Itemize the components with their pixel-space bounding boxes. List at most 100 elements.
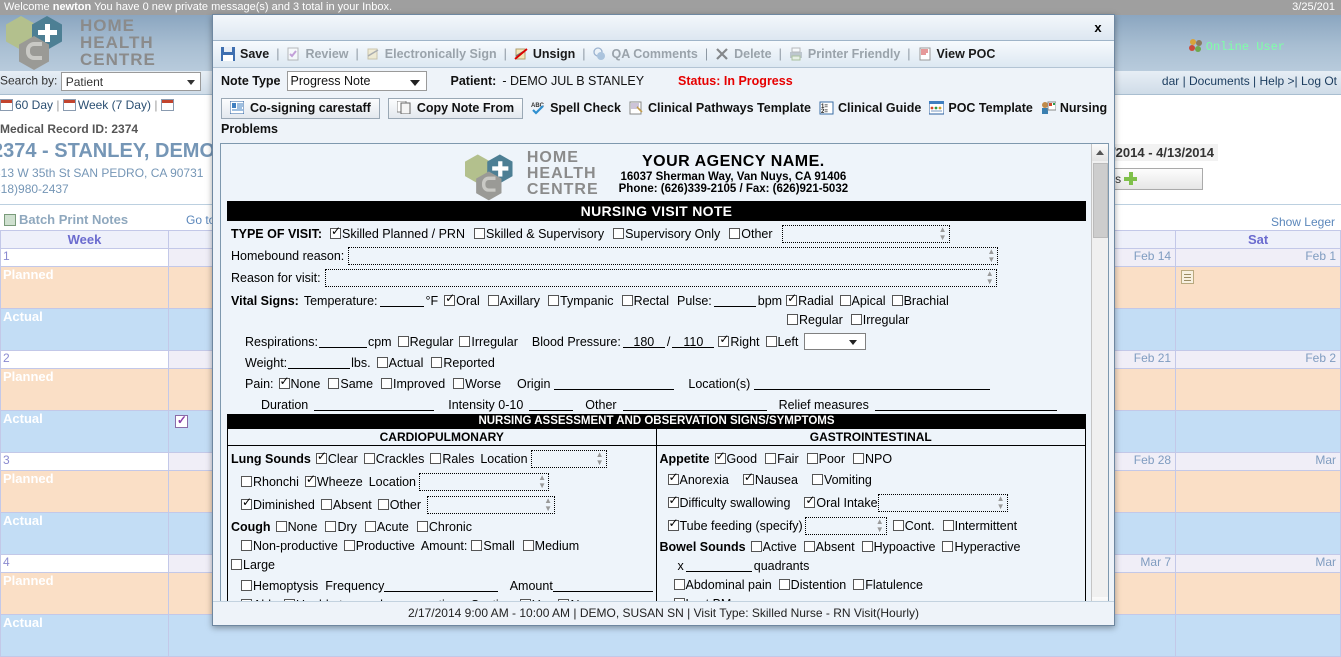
checkbox-option[interactable]: Actual (376, 356, 423, 370)
checkbox-option[interactable]: Oral (444, 292, 480, 308)
view-week[interactable]: Week (7 Day) (78, 98, 151, 112)
toolbar-unsign-button[interactable]: Unsign (514, 47, 575, 62)
actual-cell-right[interactable] (1175, 512, 1341, 555)
checkbox-option[interactable]: Cont. (892, 519, 935, 533)
checkbox-option[interactable]: Rhonchi (241, 475, 299, 489)
checkbox-option[interactable]: Vomiting (811, 473, 872, 487)
close-icon[interactable]: x (1088, 17, 1108, 37)
checkbox-option[interactable]: Dry (325, 520, 357, 534)
scrollbar-thumb[interactable] (1093, 163, 1108, 238)
note-icon[interactable] (1181, 270, 1195, 284)
relief-measures-input[interactable] (874, 398, 1057, 411)
checkbox-option[interactable]: Distention (778, 578, 846, 592)
reason-for-visit-input[interactable]: ▲ ▼ (324, 268, 997, 287)
bp-diastolic-input[interactable]: 110 (672, 335, 715, 349)
weight-input[interactable] (288, 356, 351, 369)
checkbox-option[interactable]: Large (231, 558, 275, 572)
action-clinical-pathways-template-link[interactable]: Clinical Pathways Template (629, 101, 811, 116)
checkbox-option[interactable]: Absent (320, 498, 372, 512)
checkbox-option[interactable]: Left (765, 335, 798, 349)
checkbox-option[interactable]: Diminished (241, 496, 315, 512)
checkbox-option[interactable]: Rectal (621, 294, 669, 308)
tube-feeding-input[interactable]: ▲ ▼ (804, 516, 887, 535)
checkbox-option[interactable]: Fair (765, 452, 799, 466)
username[interactable]: newton (53, 1, 92, 13)
checkbox-option[interactable]: Clear (315, 450, 358, 466)
checkbox-option[interactable]: Skilled & Supervisory (473, 227, 604, 241)
checkbox-option[interactable]: Irregular (459, 335, 518, 349)
planned-cell-right[interactable] (1175, 368, 1341, 411)
action-poc-template-link[interactable]: POC Template (928, 100, 1033, 116)
frequency-input[interactable] (384, 579, 498, 592)
navbar-right-links[interactable]: dar | Documents | Help >| Log Ot (1162, 74, 1337, 88)
checkbox-option[interactable]: Flatulence (853, 578, 923, 592)
toolbar-view-poc-button[interactable]: View POC (918, 47, 995, 62)
checkbox-option[interactable]: Medium (522, 539, 579, 553)
checkbox-option[interactable]: Intermittent (942, 519, 1017, 533)
checkbox-option[interactable]: None (275, 520, 317, 534)
visit-check-icon[interactable] (174, 413, 188, 428)
checkbox-option[interactable]: Absent (803, 540, 855, 554)
planned-cell-right[interactable] (1175, 470, 1341, 513)
checkbox-option[interactable]: Hyperactive (942, 540, 1020, 554)
lung-location-1-input[interactable]: ▲ ▼ (530, 449, 607, 468)
respirations-input[interactable] (318, 335, 367, 348)
planned-cell-right[interactable] (1175, 572, 1341, 615)
pain-other-input[interactable] (622, 398, 767, 411)
pain-origin-input[interactable] (554, 377, 675, 390)
checkbox-option[interactable]: Other (377, 498, 421, 512)
view-60day[interactable]: 60 Day (15, 98, 53, 112)
batch-print-notes-link[interactable]: Batch Print Notes (4, 212, 128, 227)
hemoptysis-checkbox[interactable]: Hemoptysis (241, 579, 318, 593)
checkbox-option[interactable]: Good (714, 450, 757, 466)
pain-location-input[interactable] (754, 377, 991, 390)
hemoptysis-amount-input[interactable] (552, 579, 653, 592)
checkbox-option[interactable]: None (278, 375, 320, 391)
tube-feeding-checkbox[interactable]: Tube feeding (specify) (667, 517, 803, 533)
checkbox-option[interactable]: Apical (839, 294, 886, 308)
checkbox-option[interactable]: Wheeze (304, 473, 363, 489)
checkbox-option[interactable]: Reported (431, 356, 495, 370)
note-type-select[interactable]: Progress Note (286, 71, 427, 91)
lung-location-3-input[interactable]: ▲ ▼ (427, 495, 556, 514)
checkbox-option[interactable]: Abdominal pain (673, 578, 772, 592)
checkbox-option[interactable]: Anorexia (667, 471, 729, 487)
checkbox-option[interactable]: Skilled Planned / PRN (330, 225, 465, 241)
checkbox-option[interactable]: Brachial (891, 294, 949, 308)
oral-intake-input[interactable]: ▲ ▼ (877, 493, 1008, 512)
difficulty-swallowing-checkbox[interactable]: Difficulty swallowing (667, 494, 790, 510)
homebound-reason-input[interactable]: ▲ ▼ (348, 246, 999, 265)
pulse-input[interactable] (713, 294, 756, 307)
pain-intensity-input[interactable] (529, 398, 574, 411)
action-spell-check-link[interactable]: ABC Spell Check (531, 101, 621, 116)
checkbox-option[interactable]: Supervisory Only (613, 227, 720, 241)
quadrants-input[interactable] (685, 559, 752, 572)
checkbox-option[interactable]: Small (471, 539, 515, 553)
online-users-link[interactable]: Online User (1188, 38, 1285, 56)
temperature-input[interactable] (379, 294, 424, 307)
actual-cell-right[interactable] (1175, 410, 1341, 453)
checkbox-option[interactable]: Crackles (363, 452, 424, 466)
checkbox-option[interactable]: Same (328, 377, 373, 391)
checkbox-option[interactable]: Irregular (850, 313, 909, 327)
bp-systolic-input[interactable]: 180 (622, 335, 665, 349)
checkbox-option[interactable]: Hypoactive (861, 540, 935, 554)
search-by-select[interactable]: Patient (60, 72, 201, 91)
checkbox-option[interactable]: Nausea (742, 471, 798, 487)
checkbox-option[interactable]: Regular (787, 313, 843, 327)
oral-intake-checkbox[interactable]: Oral Intake (804, 494, 878, 510)
action-co-signing-carestaff-button[interactable]: Co-signing carestaff (221, 97, 380, 119)
goto-link[interactable]: Go to (186, 213, 215, 227)
checkbox-option[interactable]: Right (718, 333, 760, 349)
pain-duration-input[interactable] (314, 398, 435, 411)
action-copy-note-from-button[interactable]: Copy Note From (387, 97, 524, 119)
checkbox-option[interactable]: Rales (430, 452, 474, 466)
checkbox-option[interactable]: Radial (786, 292, 834, 308)
type-of-visit-other-input[interactable]: ▲ ▼ (781, 224, 950, 243)
checkbox-option[interactable]: Improved (381, 377, 445, 391)
action-nursing-link[interactable]: Nursing (1041, 101, 1107, 116)
checkbox-option[interactable]: Worse (453, 377, 501, 391)
checkbox-option[interactable]: NPO (853, 452, 892, 466)
checkbox-option[interactable]: Axillary (487, 294, 540, 308)
checkbox-option[interactable]: Productive (343, 539, 415, 553)
